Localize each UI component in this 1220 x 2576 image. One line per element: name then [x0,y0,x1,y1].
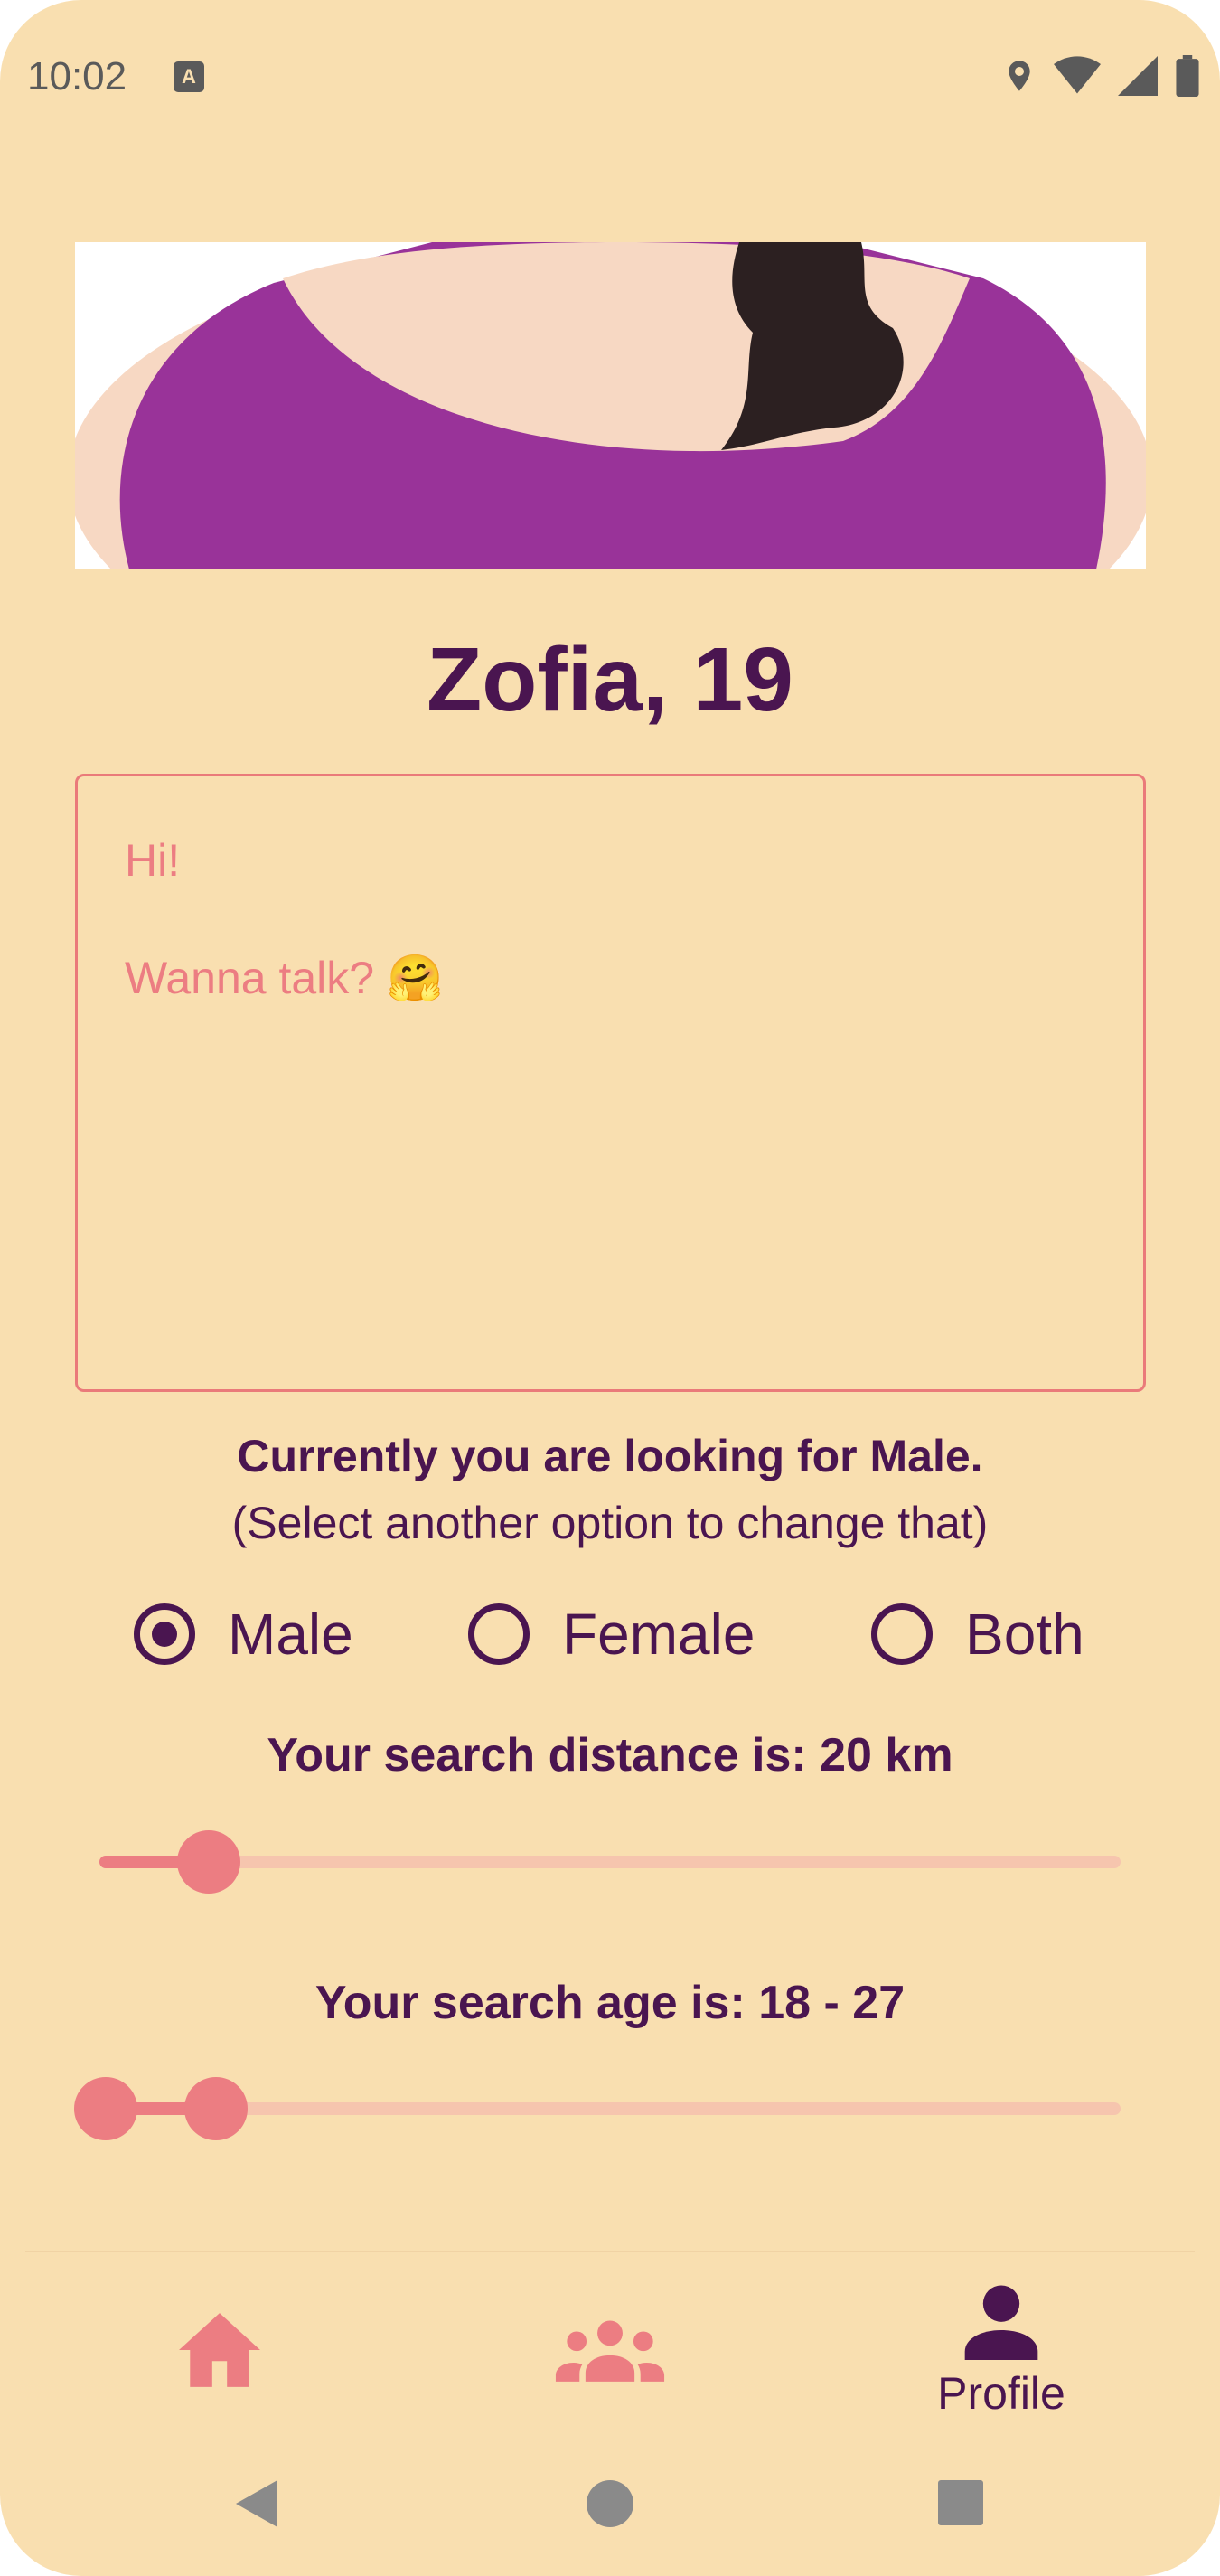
bio-textarea[interactable]: Hi! Wanna talk? 🤗 [75,774,1146,1392]
person-icon [964,2285,1038,2360]
wifi-icon [1054,56,1101,94]
radio-male-circle[interactable] [134,1603,195,1665]
home-circle-icon[interactable] [583,2468,637,2540]
bio-line-3: Wanna talk? 🤗 [125,953,444,1003]
nav-people[interactable] [520,2260,700,2440]
bio-line-1: Hi! [125,835,181,886]
radio-male[interactable]: Male [134,1598,353,1670]
profile-name-age: Zofia, 19 [427,629,793,730]
status-time: 10:02 [27,54,127,99]
phone-screen: 10:02 A Zofia, 19 Hi! Wanna talk? 🤗 Curr… [0,0,1220,2576]
nav-home[interactable] [129,2260,310,2440]
home-icon [179,2313,260,2387]
profile-photo[interactable] [75,242,1146,569]
battery-icon [1176,55,1199,97]
age-track[interactable] [99,2102,1121,2115]
age-label: Your search age is: 18 - 27 [314,1977,906,2029]
recents-icon[interactable] [935,2468,986,2540]
distance-thumb[interactable] [177,1830,240,1894]
distance-label: Your search distance is: 20 km [267,1729,953,1782]
radio-both[interactable]: Both [871,1598,1084,1670]
radio-female-circle[interactable] [468,1603,530,1665]
distance-track[interactable] [99,1856,1121,1868]
nav-profile-label: Profile [937,2368,1065,2419]
back-icon[interactable] [230,2468,280,2540]
bio-line-2 [125,890,1096,948]
people-icon [555,2320,665,2382]
age-low-thumb[interactable] [74,2077,137,2140]
signal-icon [1118,56,1158,96]
radio-male-label: Male [228,1602,353,1667]
a-box-icon: A [174,61,204,92]
location-icon [1009,61,1030,91]
gender-radio-group: Male Female Both [0,1598,1220,1670]
bottom-nav-divider [25,2251,1195,2252]
looking-for-text: Currently you are looking for Male. [237,1431,983,1481]
radio-female-label: Female [562,1602,755,1667]
status-bar: 10:02 A [0,0,1220,154]
radio-both-circle[interactable] [871,1603,933,1665]
status-icons [1001,54,1200,98]
age-high-thumb[interactable] [184,2077,248,2140]
nav-profile[interactable]: Profile [906,2260,1096,2440]
radio-both-label: Both [965,1602,1084,1667]
profile-illustration [75,242,1146,569]
radio-female[interactable]: Female [468,1598,755,1670]
looking-for-hint: (Select another option to change that) [231,1498,989,1548]
